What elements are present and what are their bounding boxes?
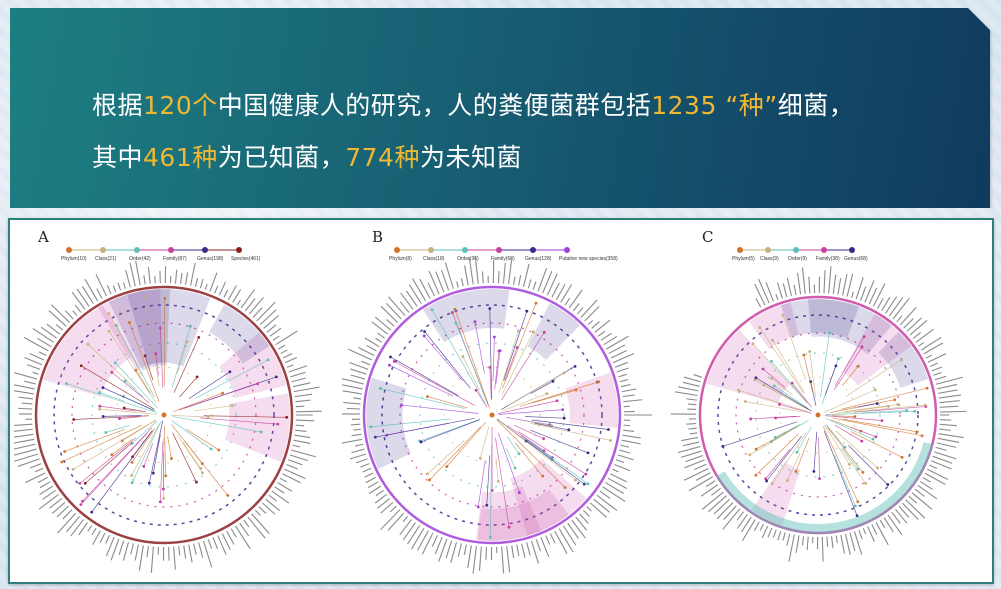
legend-dot — [793, 247, 799, 253]
legend-dot — [134, 247, 140, 253]
legend-dot — [236, 247, 242, 253]
highlight-count: 461种 — [143, 143, 218, 172]
text-segment: 中国健康人的研究，人的粪便菌群包括 — [217, 91, 652, 120]
legend-label: Class(18) — [423, 256, 445, 262]
phylogenetic-tree-b: Phylum(8) Class(18) Order(36) Family(68) Gen… — [337, 247, 652, 574]
highlight-count: 120个 — [143, 91, 218, 120]
legend-label: Genus(68) — [844, 256, 868, 262]
legend-label: Order(42) — [129, 256, 151, 262]
legend-dot — [462, 247, 468, 253]
figure-letter: A — [38, 228, 49, 246]
legend-label: Genus(198) — [197, 256, 224, 262]
legend-label: Phylum(5) — [732, 256, 755, 262]
legend-dot — [530, 247, 536, 253]
figure-b: B Phylum(8) Class(18) Order(36) Family(68) G… — [337, 220, 662, 580]
legend-label: Phylum(10) — [61, 256, 87, 262]
legend-dot — [168, 247, 174, 253]
legend-dot — [737, 247, 743, 253]
legend-dot — [202, 247, 208, 253]
legend-label: Order(9) — [788, 256, 807, 262]
figure-panel: A Phylum(10) Class(21) Order(42) Family(87)… — [8, 218, 994, 584]
legend-dot — [66, 247, 72, 253]
tree-root — [161, 412, 167, 418]
title-banner: 根据120个中国健康人的研究，人的粪便菌群包括1235 “种”细菌， 其中461… — [10, 8, 990, 208]
legend-dot — [100, 247, 106, 253]
figure-a: A Phylum(10) Class(21) Order(42) Family(87)… — [9, 220, 334, 580]
banner-line-2: 其中461种为已知菌，774种为未知菌 — [92, 132, 972, 184]
tree-root — [489, 412, 495, 418]
figure-letter: C — [702, 228, 714, 246]
clade-wedges — [43, 289, 290, 462]
legend-label: Class(9) — [760, 256, 779, 262]
text-segment: 为已知菌， — [217, 143, 346, 172]
banner-line-1: 根据120个中国健康人的研究，人的粪便菌群包括1235 “种”细菌， — [92, 80, 972, 132]
text-segment: 根据 — [92, 91, 144, 120]
legend-label: Species(461) — [231, 256, 261, 262]
highlight-count: 774种 — [345, 143, 420, 172]
legend-label: Class(21) — [95, 256, 117, 262]
legend-dot — [821, 247, 827, 253]
legend-label: Family(38) — [816, 256, 840, 262]
legend-dot — [765, 247, 771, 253]
tree-root — [815, 412, 821, 418]
legend-dot — [564, 247, 570, 253]
phylogenetic-tree-c: Phylum(5) Class(9) Order(9) Family(38) Genus… — [670, 247, 967, 562]
figure-letter: B — [372, 228, 384, 246]
legend-dot — [428, 247, 434, 253]
legend-label: Family(87) — [163, 256, 187, 262]
phylogenetic-tree-a: Phylum(10) Class(21) Order(42) Family(87) Ge… — [9, 247, 322, 573]
banner-text: 根据120个中国健康人的研究，人的粪便菌群包括1235 “种”细菌， 其中461… — [92, 80, 972, 184]
legend-label: Putative new species(358) — [559, 256, 618, 262]
highlight-count: 1235 “种” — [651, 91, 778, 120]
legend-label: Phylum(8) — [389, 256, 412, 262]
text-segment: 细菌， — [777, 91, 855, 120]
legend-dot — [849, 247, 855, 253]
legend-dot — [394, 247, 400, 253]
highlighted-clade-arc — [716, 441, 934, 534]
legend-dot — [496, 247, 502, 253]
text-segment: 为未知菌 — [419, 143, 522, 172]
legend-label: Genus(128) — [525, 256, 552, 262]
text-segment: 其中 — [92, 143, 144, 172]
figure-c: C Phylum(5) Class(9) Order(9) Family(38) Gen… — [670, 220, 990, 580]
